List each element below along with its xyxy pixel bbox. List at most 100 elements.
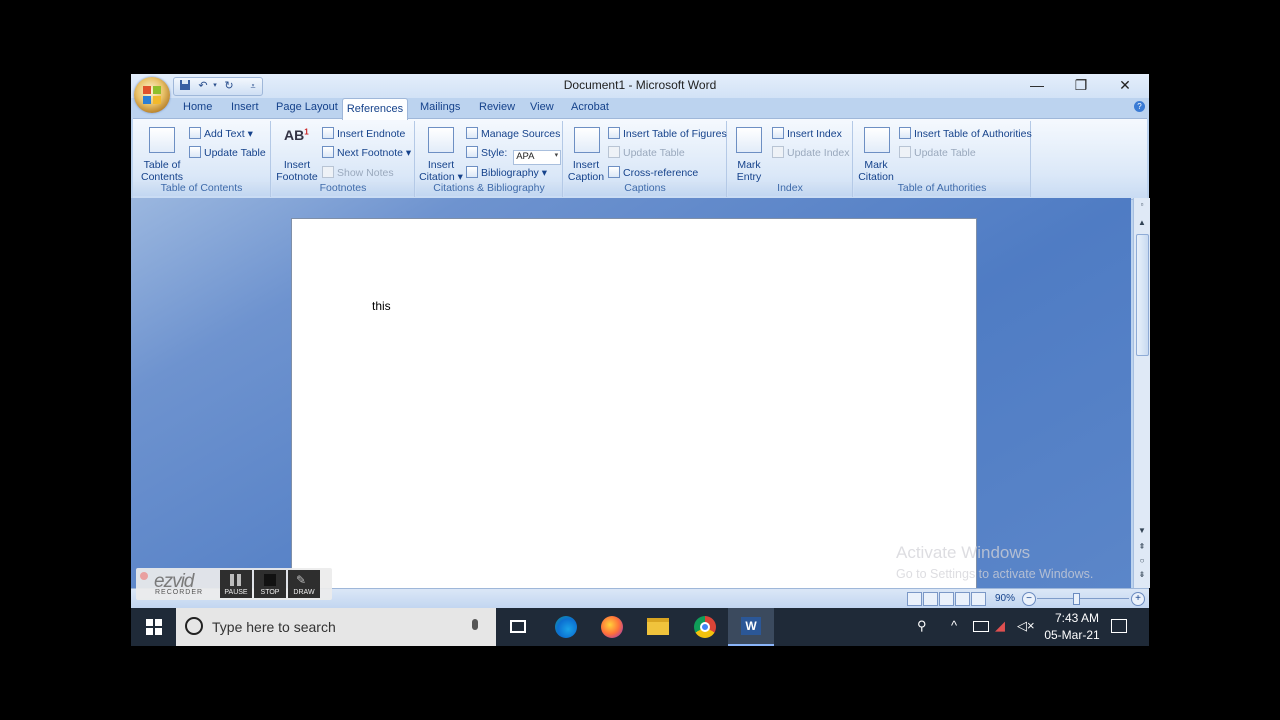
- notification-center-icon[interactable]: [1111, 619, 1127, 633]
- insert-endnote-button[interactable]: Insert Endnote: [322, 127, 405, 140]
- group-table-of-contents: Table of Contents ▾ Add Text ▾ Update Ta…: [133, 121, 271, 197]
- document-text[interactable]: this: [372, 299, 391, 313]
- word-taskbar-button[interactable]: W: [728, 608, 774, 646]
- group-label-toc: Table of Contents: [133, 182, 270, 196]
- group-index: Mark Entry Insert Index Update Index Ind…: [728, 121, 853, 197]
- update-table-captions-button[interactable]: Update Table: [608, 146, 685, 159]
- table-of-contents-icon: [149, 127, 175, 153]
- tab-view[interactable]: View: [530, 101, 554, 113]
- microphone-icon[interactable]: [472, 619, 478, 630]
- pause-button[interactable]: PAUSE: [220, 570, 252, 598]
- update-table-captions-label: Update Table: [623, 147, 685, 159]
- pause-icon: [230, 574, 234, 586]
- manage-sources-button[interactable]: Manage Sources: [466, 127, 560, 140]
- insert-caption-line1: Insert: [572, 159, 600, 171]
- insert-citation-button[interactable]: Insert Citation ▾: [418, 159, 464, 183]
- start-button[interactable]: [131, 608, 177, 646]
- taskbar-search-box[interactable]: Type here to search: [176, 608, 496, 646]
- task-view-button[interactable]: [495, 608, 541, 646]
- pause-label: PAUSE: [224, 589, 248, 596]
- document-area: this: [131, 198, 1131, 588]
- zoom-slider-track[interactable]: [1037, 598, 1129, 599]
- outline-view-icon[interactable]: [955, 592, 970, 606]
- update-index-label: Update Index: [787, 147, 850, 159]
- insert-table-of-authorities-button[interactable]: Insert Table of Authorities: [899, 127, 1032, 140]
- insert-tof-label: Insert Table of Figures: [623, 128, 727, 140]
- scroll-up-icon[interactable]: ▲: [1135, 218, 1149, 227]
- select-browse-object-icon[interactable]: ○: [1135, 556, 1149, 565]
- title-bar: Document1 - Microsoft Word — ❐ ✕: [131, 74, 1149, 98]
- help-icon[interactable]: ?: [1134, 101, 1145, 112]
- tab-page-layout[interactable]: Page Layout: [276, 101, 338, 113]
- bibliography-button[interactable]: Bibliography ▾: [466, 166, 547, 179]
- minimize-button[interactable]: —: [1015, 74, 1059, 96]
- chrome-taskbar-button[interactable]: [682, 608, 728, 646]
- zoom-level[interactable]: 90%: [995, 593, 1015, 604]
- draft-view-icon[interactable]: [971, 592, 986, 606]
- scroll-thumb[interactable]: [1136, 234, 1149, 356]
- tab-home[interactable]: Home: [183, 101, 212, 113]
- office-button[interactable]: [134, 77, 170, 113]
- scroll-down-icon[interactable]: ▼: [1135, 526, 1149, 535]
- full-screen-reading-icon[interactable]: [923, 592, 938, 606]
- mark-entry-button[interactable]: Mark Entry: [728, 159, 770, 183]
- previous-page-icon[interactable]: ⇞: [1135, 542, 1149, 551]
- maximize-button[interactable]: ❐: [1059, 74, 1103, 96]
- web-layout-icon[interactable]: [939, 592, 954, 606]
- edge-taskbar-button[interactable]: [543, 608, 589, 646]
- manage-sources-icon: [466, 127, 478, 139]
- ruler-toggle-icon[interactable]: ▫: [1135, 200, 1149, 209]
- clock-date[interactable]: 05-Mar-21: [1037, 628, 1107, 642]
- add-text-button[interactable]: Add Text ▾: [189, 127, 253, 140]
- battery-icon[interactable]: [973, 621, 989, 632]
- add-text-icon: [189, 127, 201, 139]
- tab-acrobat[interactable]: Acrobat: [571, 101, 609, 113]
- print-layout-view-icon[interactable]: [907, 592, 922, 606]
- insert-caption-button[interactable]: Insert Caption: [566, 159, 606, 183]
- firefox-taskbar-button[interactable]: [589, 608, 635, 646]
- next-footnote-button[interactable]: Next Footnote ▾: [322, 146, 411, 159]
- zoom-slider-handle[interactable]: [1073, 593, 1080, 605]
- people-icon[interactable]: ⚲: [917, 618, 927, 634]
- update-table-toc-button[interactable]: Update Table: [189, 146, 266, 159]
- tab-references[interactable]: References: [342, 98, 408, 120]
- document-page[interactable]: this: [291, 218, 977, 588]
- file-explorer-taskbar-button[interactable]: [635, 608, 681, 646]
- redo-icon[interactable]: ↻: [222, 79, 236, 93]
- firefox-icon: [601, 616, 623, 638]
- group-label-authorities: Table of Authorities: [854, 182, 1030, 196]
- next-page-icon[interactable]: ⇟: [1135, 570, 1149, 579]
- network-warning-icon[interactable]: ◢: [995, 618, 1005, 634]
- ezvid-recorder-overlay: ezvid RECORDER PAUSE STOP ✎ DRAW: [136, 568, 332, 600]
- insert-footnote-button[interactable]: Insert Footnote: [274, 159, 320, 183]
- clock-time[interactable]: 7:43 AM: [1049, 611, 1105, 625]
- zoom-out-icon[interactable]: −: [1022, 592, 1036, 606]
- word-icon: W: [741, 617, 761, 635]
- cross-reference-button[interactable]: Cross-reference: [608, 166, 698, 179]
- insert-index-icon: [772, 127, 784, 139]
- tab-mailings[interactable]: Mailings: [420, 101, 460, 113]
- tab-review[interactable]: Review: [479, 101, 515, 113]
- style-dropdown[interactable]: APA ▾: [513, 150, 562, 165]
- undo-dropdown-icon[interactable]: ▾: [208, 79, 222, 93]
- group-footnotes: AB1 Insert Footnote Insert Endnote Next …: [272, 121, 415, 197]
- customize-qat-icon[interactable]: ⩡: [246, 79, 260, 93]
- stop-button[interactable]: STOP: [254, 570, 286, 598]
- save-icon[interactable]: [178, 79, 192, 93]
- insert-table-of-figures-button[interactable]: Insert Table of Figures: [608, 127, 727, 140]
- update-index-button[interactable]: Update Index: [772, 146, 849, 159]
- insert-index-button[interactable]: Insert Index: [772, 127, 842, 140]
- mark-citation-button[interactable]: Mark Citation: [854, 159, 898, 183]
- volume-muted-icon[interactable]: ◁×: [1017, 618, 1035, 634]
- show-notes-button[interactable]: Show Notes: [322, 166, 394, 179]
- vertical-scrollbar[interactable]: ▫ ▲ ▼ ⇞ ○ ⇟: [1133, 198, 1150, 588]
- draw-button[interactable]: ✎ DRAW: [288, 570, 320, 598]
- tab-insert[interactable]: Insert: [231, 101, 259, 113]
- update-table-authorities-button[interactable]: Update Table: [899, 146, 976, 159]
- show-hidden-icons-icon[interactable]: ^: [951, 618, 957, 633]
- table-of-figures-icon: [608, 127, 620, 139]
- close-button[interactable]: ✕: [1103, 74, 1147, 96]
- edge-icon: [555, 616, 577, 638]
- update-index-icon: [772, 146, 784, 158]
- zoom-in-icon[interactable]: +: [1131, 592, 1145, 606]
